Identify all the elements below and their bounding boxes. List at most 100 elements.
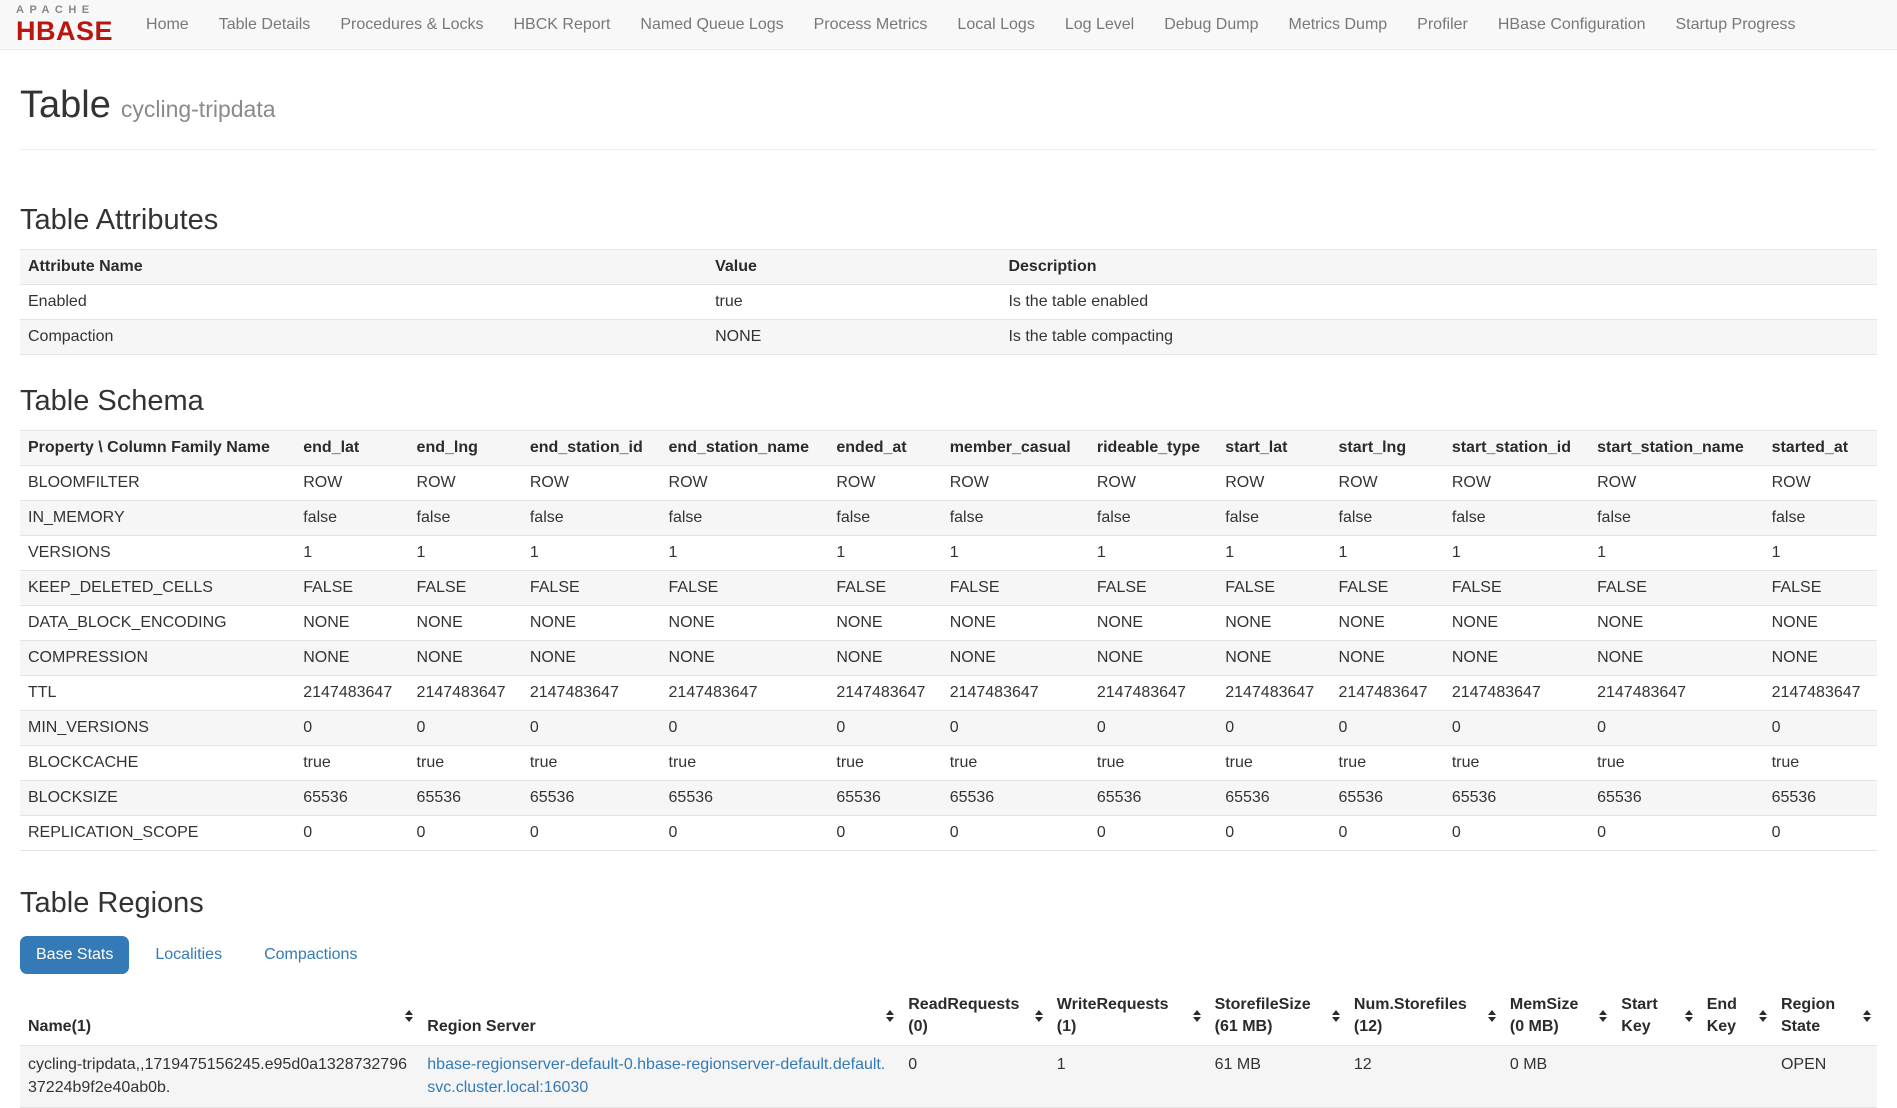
- schema-value-cell: true: [409, 746, 522, 781]
- logo-apache-text: APACHE: [16, 5, 95, 16]
- sort-icon[interactable]: [405, 1010, 413, 1022]
- schema-value-cell: 0: [942, 816, 1089, 851]
- schema-value-cell: NONE: [522, 641, 661, 676]
- regions-col-label: StorefileSize (61 MB): [1215, 996, 1311, 1035]
- table-schema-section: Table Schema Property \ Column Family Na…: [20, 385, 1877, 851]
- schema-value-cell: NONE: [661, 641, 829, 676]
- tab-localities[interactable]: Localities: [139, 936, 238, 974]
- region-server-link[interactable]: hbase-regionserver-default-0.hbase-regio…: [427, 1056, 885, 1095]
- schema-value-cell: false: [1217, 501, 1330, 536]
- schema-property-cell: VERSIONS: [20, 536, 295, 571]
- schema-value-cell: 1: [522, 536, 661, 571]
- sort-icon[interactable]: [1332, 1010, 1340, 1022]
- nav-item-debug-dump[interactable]: Debug Dump: [1149, 2, 1273, 48]
- sort-icon[interactable]: [1035, 1010, 1043, 1022]
- schema-value-cell: NONE: [409, 606, 522, 641]
- regions-col-start-key[interactable]: Start Key: [1613, 986, 1698, 1046]
- sort-icon[interactable]: [1759, 1010, 1767, 1022]
- nav-item-process-metrics[interactable]: Process Metrics: [799, 2, 943, 48]
- sort-icon[interactable]: [1599, 1010, 1607, 1022]
- schema-row-data-block-encoding: DATA_BLOCK_ENCODINGNONENONENONENONENONEN…: [20, 606, 1877, 641]
- schema-value-cell: 65536: [522, 781, 661, 816]
- schema-value-cell: 65536: [1331, 781, 1444, 816]
- attrs-row-enabled: EnabledtrueIs the table enabled: [20, 285, 1877, 320]
- schema-value-cell: ROW: [409, 466, 522, 501]
- schema-value-cell: 2147483647: [295, 676, 408, 711]
- sort-down-arrow-icon: [1599, 1017, 1607, 1022]
- sort-down-arrow-icon: [1759, 1017, 1767, 1022]
- schema-property-cell: REPLICATION_SCOPE: [20, 816, 295, 851]
- schema-value-cell: NONE: [1589, 641, 1763, 676]
- schema-value-cell: 0: [661, 816, 829, 851]
- schema-property-cell: BLOCKCACHE: [20, 746, 295, 781]
- nav-item-hbase-configuration[interactable]: HBase Configuration: [1483, 2, 1661, 48]
- nav-item-table-details[interactable]: Table Details: [204, 2, 326, 48]
- regions-col-storefilesize-61-mb[interactable]: StorefileSize (61 MB): [1207, 986, 1346, 1046]
- nav-item-log-level[interactable]: Log Level: [1050, 2, 1149, 48]
- regions-col-end-key[interactable]: End Key: [1699, 986, 1773, 1046]
- nav-item-startup-progress[interactable]: Startup Progress: [1661, 2, 1811, 48]
- regions-col-label: ReadRequests (0): [908, 996, 1019, 1035]
- schema-value-cell: NONE: [409, 641, 522, 676]
- schema-row-versions: VERSIONS111111111111: [20, 536, 1877, 571]
- schema-value-cell: 0: [1764, 711, 1877, 746]
- schema-value-cell: 0: [295, 711, 408, 746]
- sort-icon[interactable]: [886, 1010, 894, 1022]
- schema-value-cell: 1: [1331, 536, 1444, 571]
- sort-icon[interactable]: [1863, 1010, 1871, 1022]
- nav-item-named-queue-logs[interactable]: Named Queue Logs: [625, 2, 798, 48]
- regions-col-label: MemSize (0 MB): [1510, 996, 1578, 1035]
- schema-value-cell: NONE: [1217, 606, 1330, 641]
- nav-item-home[interactable]: Home: [131, 2, 204, 48]
- attrs-cell: NONE: [707, 320, 1000, 355]
- tab-compactions[interactable]: Compactions: [248, 936, 373, 974]
- regions-col-label: WriteRequests (1): [1057, 996, 1169, 1035]
- schema-value-cell: true: [295, 746, 408, 781]
- regions-col-region-server[interactable]: Region Server: [419, 986, 900, 1046]
- schema-value-cell: 0: [942, 711, 1089, 746]
- schema-value-cell: FALSE: [295, 571, 408, 606]
- nav-item-profiler[interactable]: Profiler: [1402, 2, 1483, 48]
- table-schema-table: Property \ Column Family Nameend_latend_…: [20, 430, 1877, 851]
- regions-col-name-1[interactable]: Name(1): [20, 986, 419, 1046]
- regions-col-readrequests-0[interactable]: ReadRequests (0): [900, 986, 1049, 1046]
- schema-value-cell: NONE: [295, 606, 408, 641]
- schema-value-cell: 0: [1089, 816, 1217, 851]
- regions-col-writerequests-1[interactable]: WriteRequests (1): [1049, 986, 1207, 1046]
- sort-icon[interactable]: [1685, 1010, 1693, 1022]
- schema-value-cell: 0: [828, 816, 941, 851]
- nav-item-metrics-dump[interactable]: Metrics Dump: [1273, 2, 1402, 48]
- schema-col-start-station-name: start_station_name: [1589, 431, 1763, 466]
- sort-up-arrow-icon: [886, 1010, 894, 1015]
- schema-value-cell: 1: [295, 536, 408, 571]
- schema-value-cell: false: [522, 501, 661, 536]
- schema-value-cell: 65536: [942, 781, 1089, 816]
- tab-base-stats[interactable]: Base Stats: [20, 936, 129, 974]
- schema-value-cell: 2147483647: [1331, 676, 1444, 711]
- schema-value-cell: false: [1331, 501, 1444, 536]
- schema-value-cell: FALSE: [409, 571, 522, 606]
- nav-item-local-logs[interactable]: Local Logs: [942, 2, 1049, 48]
- regions-col-label: Region Server: [427, 1018, 535, 1035]
- schema-value-cell: FALSE: [828, 571, 941, 606]
- page-title: Tablecycling-tripdata: [20, 84, 1877, 127]
- schema-value-cell: 2147483647: [522, 676, 661, 711]
- table-name: cycling-tripdata: [121, 96, 276, 122]
- sort-icon[interactable]: [1193, 1010, 1201, 1022]
- schema-value-cell: NONE: [942, 641, 1089, 676]
- table-attributes-table: Attribute NameValueDescription Enabledtr…: [20, 249, 1877, 355]
- schema-value-cell: ROW: [295, 466, 408, 501]
- sort-icon[interactable]: [1488, 1010, 1496, 1022]
- regions-col-num-storefiles-12[interactable]: Num.Storefiles (12): [1346, 986, 1502, 1046]
- attrs-cell: true: [707, 285, 1000, 320]
- schema-value-cell: ROW: [828, 466, 941, 501]
- sort-down-arrow-icon: [1193, 1017, 1201, 1022]
- nav-item-procedures-locks[interactable]: Procedures & Locks: [325, 2, 498, 48]
- regions-col-region-state[interactable]: Region State: [1773, 986, 1877, 1046]
- schema-value-cell: 0: [1331, 711, 1444, 746]
- hbase-logo[interactable]: APACHE HBASE: [12, 2, 117, 48]
- regions-col-memsize-0-mb[interactable]: MemSize (0 MB): [1502, 986, 1613, 1046]
- schema-value-cell: 2147483647: [1089, 676, 1217, 711]
- nav-item-hbck-report[interactable]: HBCK Report: [499, 2, 626, 48]
- attrs-cell: Enabled: [20, 285, 707, 320]
